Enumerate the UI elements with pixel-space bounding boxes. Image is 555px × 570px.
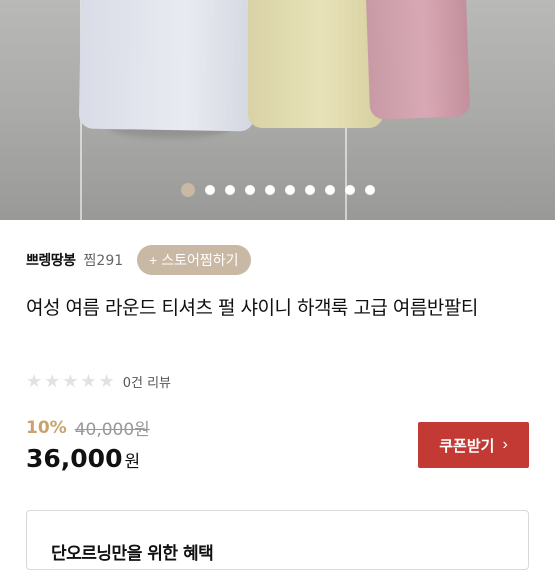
store-follow-button[interactable]: + 스토어찜하기: [137, 245, 251, 275]
carousel-dot[interactable]: [204, 185, 215, 195]
product-photo-pink-shirt: [365, 0, 471, 120]
star-icon: ★: [44, 370, 61, 392]
carousel-dot-active[interactable]: [180, 183, 195, 197]
product-rating[interactable]: ★ ★ ★ ★ ★ 0건 리뷰: [26, 372, 171, 391]
chevron-right-icon: ›: [502, 436, 508, 453]
product-photo-yellow-shirt: [248, 0, 383, 128]
price-unit: 원: [124, 452, 141, 472]
coupon-button-label: 쿠폰받기: [439, 437, 495, 455]
discount-row: 10% 40,000원: [26, 415, 150, 441]
benefit-title: 단오르닝만을 위한 혜택: [51, 544, 214, 564]
star-icon: ★: [62, 370, 79, 392]
store-name[interactable]: 쁘렝땅봉: [26, 250, 76, 270]
product-title: 여성 여름 라운드 티셔츠 펄 샤이니 하객룩 고급 여름반팔티: [26, 297, 478, 319]
carousel-indicator: [0, 183, 555, 197]
carousel-dot[interactable]: [224, 185, 235, 195]
store-zzim-count: 찜291: [83, 253, 124, 269]
carousel-dot[interactable]: [324, 185, 335, 195]
original-price: 40,000원: [74, 420, 150, 440]
carousel-dot[interactable]: [364, 185, 375, 195]
carousel-dot[interactable]: [284, 185, 295, 195]
star-icon: ★: [98, 370, 115, 392]
product-photo-white-shirt: [78, 0, 257, 132]
review-count: 0건 리뷰: [122, 376, 171, 391]
carousel-dot[interactable]: [344, 185, 355, 195]
star-icon: ★: [26, 370, 43, 392]
coupon-button[interactable]: 쿠폰받기 ›: [418, 422, 529, 468]
store-info: 쁘렝땅봉 찜291 + 스토어찜하기: [26, 245, 251, 275]
carousel-dot[interactable]: [264, 185, 275, 195]
carousel-dot[interactable]: [244, 185, 255, 195]
sale-price: 36,000 원: [26, 444, 140, 473]
sale-price-value: 36,000: [26, 444, 123, 473]
benefit-box: 단오르닝만을 위한 혜택: [26, 510, 529, 570]
discount-rate: 10%: [26, 417, 67, 438]
carousel-dot[interactable]: [304, 185, 315, 195]
star-icon: ★: [80, 370, 97, 392]
product-image-carousel[interactable]: [0, 0, 555, 220]
